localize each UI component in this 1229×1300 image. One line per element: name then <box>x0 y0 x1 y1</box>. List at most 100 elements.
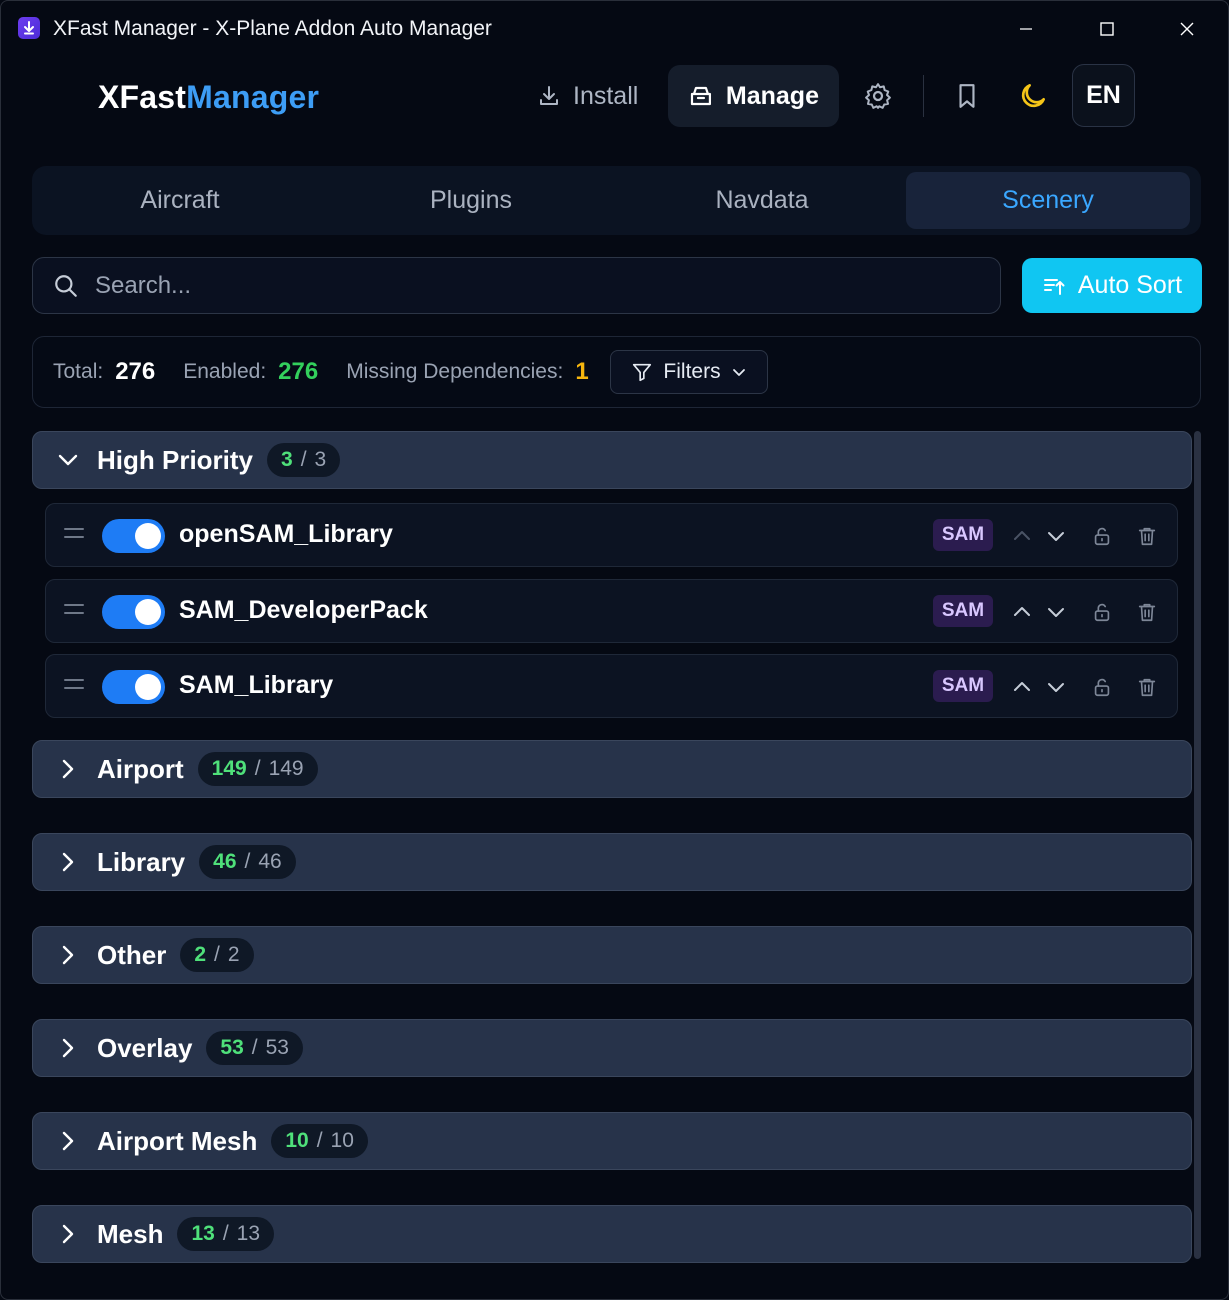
lock-button[interactable] <box>1088 598 1116 626</box>
chevron-down-icon <box>1048 608 1064 617</box>
group-total-count: 46 <box>258 850 282 873</box>
auto-sort-label: Auto Sort <box>1077 271 1183 299</box>
chevron-up-icon <box>1014 607 1030 616</box>
brand-logo: XFastManager <box>98 79 319 116</box>
group-name: Mesh <box>97 1218 164 1249</box>
enabled-value: 276 <box>278 358 319 385</box>
chevron-right-icon <box>57 1130 79 1152</box>
scrollbar[interactable] <box>1194 431 1201 1259</box>
chevron-down-icon <box>57 449 79 471</box>
group-other[interactable]: Other 2/2 <box>32 926 1192 984</box>
group-high-priority[interactable]: High Priority 3/3 <box>32 431 1192 489</box>
bookmark-button[interactable] <box>945 74 989 118</box>
drag-handle-icon[interactable] <box>64 679 84 693</box>
group-enabled-count: 13 <box>191 1222 215 1245</box>
group-name: Library <box>97 846 186 877</box>
install-nav-button[interactable]: Install <box>517 65 658 127</box>
chevron-right-icon <box>57 1223 79 1245</box>
group-overlay[interactable]: Overlay 53/53 <box>32 1019 1192 1077</box>
search-input[interactable] <box>95 271 955 300</box>
unlock-icon <box>1094 527 1110 546</box>
app-logo-icon <box>18 17 40 39</box>
group-enabled-count: 3 <box>281 448 293 471</box>
delete-button[interactable] <box>1133 522 1161 550</box>
drag-handle-icon[interactable] <box>64 604 84 618</box>
tab-aircraft[interactable]: Aircraft <box>38 172 322 229</box>
tab-navdata[interactable]: Navdata <box>620 172 904 229</box>
theme-toggle-button[interactable] <box>1011 74 1055 118</box>
chevron-down-icon <box>1048 532 1064 541</box>
auto-sort-button[interactable]: Auto Sort <box>1022 258 1202 313</box>
move-up-button[interactable] <box>1008 522 1036 550</box>
group-total-count: 53 <box>265 1036 289 1059</box>
language-button[interactable]: EN <box>1072 64 1135 127</box>
maximize-button[interactable] <box>1084 11 1130 47</box>
trash-icon <box>1138 527 1156 546</box>
filters-button[interactable]: Filters <box>610 350 768 394</box>
total-label: Total: <box>53 360 104 383</box>
delete-button[interactable] <box>1133 598 1161 626</box>
group-name: Airport <box>97 753 184 784</box>
group-airport[interactable]: Airport 149/149 <box>32 740 1192 798</box>
group-name: Airport Mesh <box>97 1125 258 1156</box>
group-airport-mesh[interactable]: Airport Mesh 10/10 <box>32 1112 1192 1170</box>
group-name: High Priority <box>97 444 254 475</box>
search-icon <box>55 274 77 297</box>
chevron-right-icon <box>57 851 79 873</box>
minimize-button[interactable] <box>1003 11 1049 47</box>
group-count: 2/2 <box>180 938 254 972</box>
chevron-up-icon <box>1014 531 1030 540</box>
move-down-button[interactable] <box>1042 522 1070 550</box>
stats-bar: Total: 276 Enabled: 276 Missing Dependen… <box>32 336 1201 408</box>
title-bar: XFast Manager - X-Plane Addon Auto Manag… <box>1 1 1228 57</box>
lock-button[interactable] <box>1088 522 1116 550</box>
type-badge: SAM <box>933 595 993 627</box>
group-count: 149/149 <box>197 752 318 786</box>
chevron-down-icon <box>732 369 745 376</box>
move-up-button[interactable] <box>1008 673 1036 701</box>
move-down-button[interactable] <box>1042 598 1070 626</box>
group-name: Overlay <box>97 1032 193 1063</box>
type-badge: SAM <box>933 670 993 702</box>
lock-button[interactable] <box>1088 673 1116 701</box>
delete-button[interactable] <box>1133 673 1161 701</box>
move-up-button[interactable] <box>1008 598 1036 626</box>
enable-toggle[interactable] <box>102 595 165 629</box>
move-down-button[interactable] <box>1042 673 1070 701</box>
group-total-count: 3 <box>314 448 327 471</box>
group-mesh[interactable]: Mesh 13/13 <box>32 1205 1192 1263</box>
box-icon <box>690 86 712 106</box>
close-icon <box>1180 22 1194 36</box>
settings-button[interactable] <box>856 74 900 118</box>
group-enabled-count: 53 <box>220 1036 244 1059</box>
close-button[interactable] <box>1164 11 1210 47</box>
category-tabs: Aircraft Plugins Navdata Scenery <box>32 166 1201 235</box>
manage-nav-button[interactable]: Manage <box>668 65 839 127</box>
group-total-count: 13 <box>236 1222 261 1245</box>
group-total-count: 149 <box>268 757 304 780</box>
enable-toggle[interactable] <box>102 670 165 704</box>
unlock-icon <box>1094 678 1110 697</box>
install-nav-label: Install <box>573 81 639 110</box>
header-divider <box>923 75 924 117</box>
unlock-icon <box>1094 603 1110 622</box>
sort-icon <box>1043 278 1065 295</box>
tab-scenery[interactable]: Scenery <box>906 172 1190 229</box>
scenery-item: openSAM_Library SAM <box>45 503 1178 567</box>
app-window: XFast Manager - X-Plane Addon Auto Manag… <box>0 0 1229 1300</box>
group-count: 46/46 <box>199 845 296 879</box>
moon-icon <box>1021 84 1045 108</box>
item-name: openSAM_Library <box>179 520 393 548</box>
group-library[interactable]: Library 46/46 <box>32 833 1192 891</box>
enable-toggle[interactable] <box>102 519 165 553</box>
missing-dependencies-label: Missing Dependencies: <box>346 360 564 383</box>
scenery-item: SAM_Library SAM <box>45 654 1178 718</box>
group-count: 13/13 <box>177 1217 275 1251</box>
tab-plugins[interactable]: Plugins <box>329 172 613 229</box>
missing-dependencies-value: 1 <box>575 358 589 385</box>
brand-part-2: Manager <box>186 79 320 115</box>
filters-label: Filters <box>663 360 721 383</box>
drag-handle-icon[interactable] <box>64 528 84 542</box>
gear-icon <box>865 83 891 109</box>
item-name: SAM_Library <box>179 671 334 699</box>
